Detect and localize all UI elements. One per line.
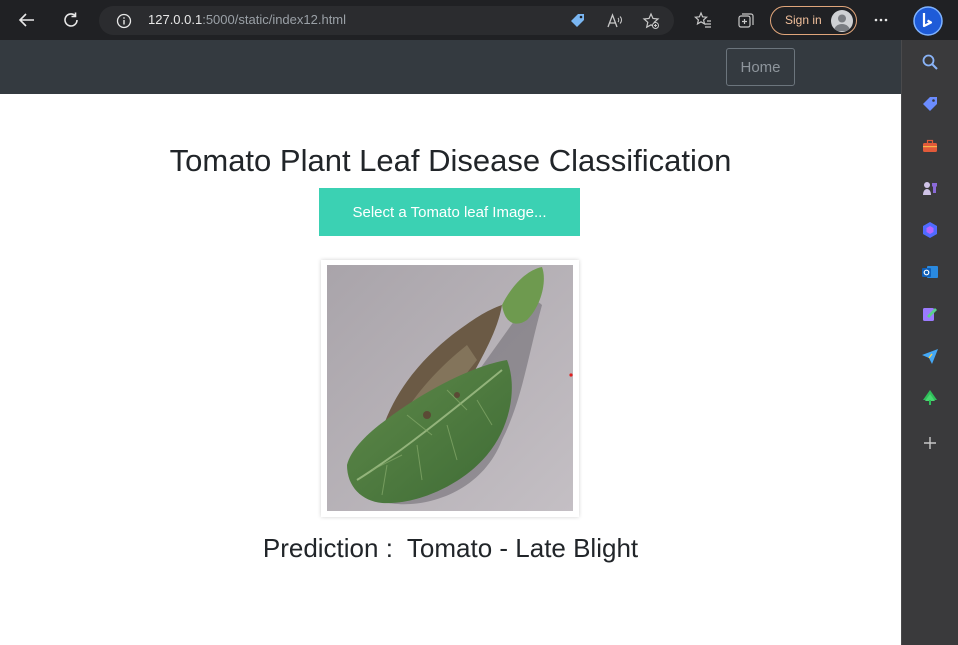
- prediction-text: Prediction : Tomato - Late Blight: [0, 533, 901, 564]
- read-aloud-icon[interactable]: [603, 10, 625, 32]
- tag-icon[interactable]: [567, 10, 589, 32]
- select-image-button[interactable]: Select a Tomato leaf Image...: [319, 188, 580, 236]
- edge-sidebar: [901, 40, 958, 645]
- home-button[interactable]: Home: [726, 48, 795, 86]
- avatar: [831, 10, 853, 32]
- send-icon[interactable]: [919, 345, 941, 367]
- search-icon[interactable]: [919, 51, 941, 73]
- leaf-image: [327, 265, 573, 511]
- outlook-icon[interactable]: [919, 261, 941, 283]
- back-arrow-icon[interactable]: [13, 6, 41, 34]
- page-title: Tomato Plant Leaf Disease Classification: [169, 143, 732, 178]
- refresh-icon[interactable]: [57, 6, 85, 34]
- url-host: 127.0.0.1: [148, 12, 203, 27]
- info-icon[interactable]: [113, 10, 135, 32]
- favorites-icon[interactable]: [689, 6, 717, 34]
- tools-icon[interactable]: [919, 135, 941, 157]
- address-bar[interactable]: 127.0.0.1:5000/static/index12.html: [99, 6, 674, 35]
- tree-icon[interactable]: [919, 387, 941, 409]
- bing-icon[interactable]: [913, 6, 943, 36]
- copilot-icon[interactable]: [919, 219, 941, 241]
- sign-in-button[interactable]: Sign in: [770, 6, 857, 35]
- games-icon[interactable]: [919, 177, 941, 199]
- collections-icon[interactable]: [732, 6, 760, 34]
- url-path: :5000/static/index12.html: [202, 12, 347, 27]
- sign-in-label: Sign in: [785, 13, 822, 27]
- navbar: Home: [0, 40, 901, 94]
- url-text: 127.0.0.1:5000/static/index12.html: [148, 12, 346, 27]
- designer-icon[interactable]: [919, 303, 941, 325]
- favorite-add-icon[interactable]: [640, 10, 662, 32]
- browser-toolbar: 127.0.0.1:5000/static/index12.html Sign …: [0, 0, 958, 40]
- add-icon[interactable]: [919, 432, 941, 454]
- shopping-tag-icon[interactable]: [919, 93, 941, 115]
- more-icon[interactable]: [867, 6, 895, 34]
- image-preview-frame: [321, 260, 579, 517]
- page-viewport: Home Tomato Plant Leaf Disease Classific…: [0, 40, 901, 645]
- prediction-label: Prediction : Tomato - Late Blight: [262, 533, 639, 563]
